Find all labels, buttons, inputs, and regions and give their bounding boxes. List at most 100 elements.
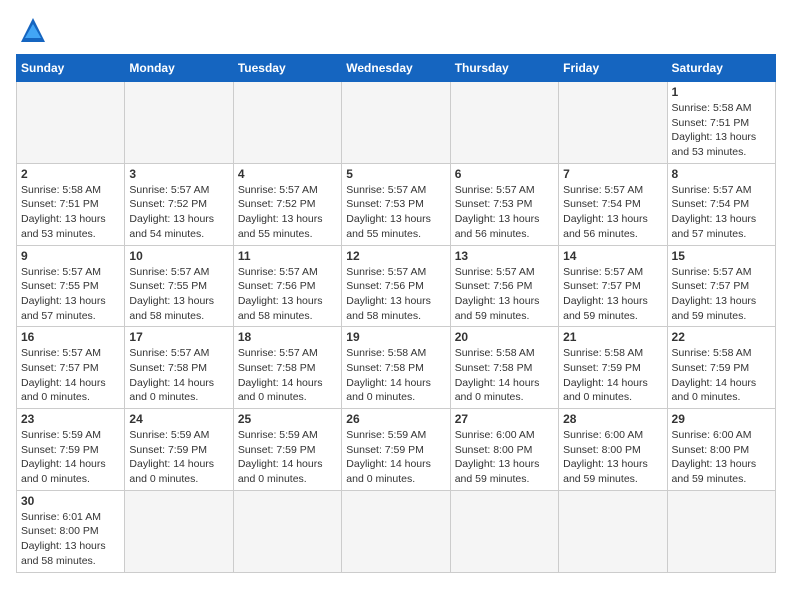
calendar-week-row: 30 Sunrise: 6:01 AM Sunset: 8:00 PM Dayli… bbox=[17, 490, 776, 572]
day-info: Sunrise: 5:57 AM Sunset: 7:54 PM Dayligh… bbox=[563, 183, 662, 242]
calendar-day: 6Sunrise: 5:57 AM Sunset: 7:53 PM Daylig… bbox=[450, 163, 558, 245]
day-info: Sunrise: 6:01 AM Sunset: 8:00 PM Dayligh… bbox=[21, 510, 120, 569]
calendar-header: SundayMondayTuesdayWednesdayThursdayFrid… bbox=[17, 55, 776, 82]
weekday-header: Saturday bbox=[667, 55, 775, 82]
calendar-day: 2 Sunrise: 5:58 AM Sunset: 7:51 PM Daylig… bbox=[17, 163, 125, 245]
calendar-day bbox=[342, 490, 450, 572]
calendar-day bbox=[450, 490, 558, 572]
calendar-day: 27 Sunrise: 6:00 AM Sunset: 8:00 PM Dayli… bbox=[450, 409, 558, 491]
day-info: Sunrise: 5:58 AM Sunset: 7:58 PM Dayligh… bbox=[346, 346, 445, 405]
day-info: Sunrise: 5:57 AM Sunset: 7:52 PM Dayligh… bbox=[129, 183, 228, 242]
weekday-header: Friday bbox=[559, 55, 667, 82]
calendar-day bbox=[125, 490, 233, 572]
calendar-week-row: 23Sunrise: 5:59 AM Sunset: 7:59 PM Dayli… bbox=[17, 409, 776, 491]
calendar-day bbox=[559, 82, 667, 164]
day-number: 16 bbox=[21, 330, 120, 344]
day-info: Sunrise: 5:58 AM Sunset: 7:51 PM Dayligh… bbox=[21, 183, 120, 242]
calendar-day bbox=[17, 82, 125, 164]
day-info: Sunrise: 5:57 AM Sunset: 7:56 PM Dayligh… bbox=[455, 265, 554, 324]
calendar-day: 19 Sunrise: 5:58 AM Sunset: 7:58 PM Dayli… bbox=[342, 327, 450, 409]
day-number: 20 bbox=[455, 330, 554, 344]
weekday-header: Sunday bbox=[17, 55, 125, 82]
calendar-day: 9Sunrise: 5:57 AM Sunset: 7:55 PM Daylig… bbox=[17, 245, 125, 327]
calendar-day: 23Sunrise: 5:59 AM Sunset: 7:59 PM Dayli… bbox=[17, 409, 125, 491]
weekday-header: Thursday bbox=[450, 55, 558, 82]
weekday-header: Tuesday bbox=[233, 55, 341, 82]
day-number: 17 bbox=[129, 330, 228, 344]
day-info: Sunrise: 5:57 AM Sunset: 7:57 PM Dayligh… bbox=[563, 265, 662, 324]
calendar-day bbox=[667, 490, 775, 572]
calendar-day: 5 Sunrise: 5:57 AM Sunset: 7:53 PM Daylig… bbox=[342, 163, 450, 245]
day-info: Sunrise: 5:57 AM Sunset: 7:57 PM Dayligh… bbox=[672, 265, 771, 324]
day-info: Sunrise: 5:57 AM Sunset: 7:53 PM Dayligh… bbox=[346, 183, 445, 242]
day-info: Sunrise: 5:57 AM Sunset: 7:54 PM Dayligh… bbox=[672, 183, 771, 242]
day-number: 19 bbox=[346, 330, 445, 344]
day-number: 21 bbox=[563, 330, 662, 344]
weekday-header: Monday bbox=[125, 55, 233, 82]
calendar-day: 7 Sunrise: 5:57 AM Sunset: 7:54 PM Daylig… bbox=[559, 163, 667, 245]
day-number: 22 bbox=[672, 330, 771, 344]
day-info: Sunrise: 5:57 AM Sunset: 7:58 PM Dayligh… bbox=[129, 346, 228, 405]
day-info: Sunrise: 5:58 AM Sunset: 7:59 PM Dayligh… bbox=[563, 346, 662, 405]
calendar-day: 28Sunrise: 6:00 AM Sunset: 8:00 PM Dayli… bbox=[559, 409, 667, 491]
day-info: Sunrise: 6:00 AM Sunset: 8:00 PM Dayligh… bbox=[563, 428, 662, 487]
day-number: 3 bbox=[129, 167, 228, 181]
calendar-day: 4Sunrise: 5:57 AM Sunset: 7:52 PM Daylig… bbox=[233, 163, 341, 245]
day-number: 7 bbox=[563, 167, 662, 181]
day-number: 25 bbox=[238, 412, 337, 426]
calendar-day: 13Sunrise: 5:57 AM Sunset: 7:56 PM Dayli… bbox=[450, 245, 558, 327]
day-number: 30 bbox=[21, 494, 120, 508]
calendar-week-row: 1 Sunrise: 5:58 AM Sunset: 7:51 PM Daylig… bbox=[17, 82, 776, 164]
day-number: 14 bbox=[563, 249, 662, 263]
calendar-day: 24 Sunrise: 5:59 AM Sunset: 7:59 PM Dayli… bbox=[125, 409, 233, 491]
day-info: Sunrise: 5:58 AM Sunset: 7:59 PM Dayligh… bbox=[672, 346, 771, 405]
day-number: 8 bbox=[672, 167, 771, 181]
calendar-day: 21 Sunrise: 5:58 AM Sunset: 7:59 PM Dayli… bbox=[559, 327, 667, 409]
weekday-row: SundayMondayTuesdayWednesdayThursdayFrid… bbox=[17, 55, 776, 82]
calendar-day bbox=[233, 490, 341, 572]
calendar-day: 3 Sunrise: 5:57 AM Sunset: 7:52 PM Daylig… bbox=[125, 163, 233, 245]
calendar-day bbox=[559, 490, 667, 572]
day-number: 1 bbox=[672, 85, 771, 99]
header bbox=[16, 16, 776, 44]
calendar-day: 30 Sunrise: 6:01 AM Sunset: 8:00 PM Dayli… bbox=[17, 490, 125, 572]
day-info: Sunrise: 5:58 AM Sunset: 7:58 PM Dayligh… bbox=[455, 346, 554, 405]
day-number: 4 bbox=[238, 167, 337, 181]
calendar-day bbox=[233, 82, 341, 164]
day-info: Sunrise: 5:57 AM Sunset: 7:58 PM Dayligh… bbox=[238, 346, 337, 405]
day-info: Sunrise: 5:57 AM Sunset: 7:56 PM Dayligh… bbox=[346, 265, 445, 324]
calendar-body: 1 Sunrise: 5:58 AM Sunset: 7:51 PM Daylig… bbox=[17, 82, 776, 573]
calendar-table: SundayMondayTuesdayWednesdayThursdayFrid… bbox=[16, 54, 776, 573]
day-number: 12 bbox=[346, 249, 445, 263]
calendar-day: 8 Sunrise: 5:57 AM Sunset: 7:54 PM Daylig… bbox=[667, 163, 775, 245]
day-info: Sunrise: 5:57 AM Sunset: 7:53 PM Dayligh… bbox=[455, 183, 554, 242]
day-number: 24 bbox=[129, 412, 228, 426]
day-info: Sunrise: 5:58 AM Sunset: 7:51 PM Dayligh… bbox=[672, 101, 771, 160]
day-info: Sunrise: 5:59 AM Sunset: 7:59 PM Dayligh… bbox=[346, 428, 445, 487]
calendar-day bbox=[125, 82, 233, 164]
day-info: Sunrise: 5:59 AM Sunset: 7:59 PM Dayligh… bbox=[129, 428, 228, 487]
day-number: 29 bbox=[672, 412, 771, 426]
day-number: 27 bbox=[455, 412, 554, 426]
day-number: 26 bbox=[346, 412, 445, 426]
logo bbox=[16, 16, 47, 44]
day-info: Sunrise: 5:57 AM Sunset: 7:56 PM Dayligh… bbox=[238, 265, 337, 324]
day-info: Sunrise: 5:57 AM Sunset: 7:55 PM Dayligh… bbox=[129, 265, 228, 324]
day-info: Sunrise: 5:57 AM Sunset: 7:57 PM Dayligh… bbox=[21, 346, 120, 405]
calendar-day: 26 Sunrise: 5:59 AM Sunset: 7:59 PM Dayli… bbox=[342, 409, 450, 491]
calendar-week-row: 9Sunrise: 5:57 AM Sunset: 7:55 PM Daylig… bbox=[17, 245, 776, 327]
day-info: Sunrise: 6:00 AM Sunset: 8:00 PM Dayligh… bbox=[455, 428, 554, 487]
day-info: Sunrise: 6:00 AM Sunset: 8:00 PM Dayligh… bbox=[672, 428, 771, 487]
calendar-day: 1 Sunrise: 5:58 AM Sunset: 7:51 PM Daylig… bbox=[667, 82, 775, 164]
calendar-day: 10Sunrise: 5:57 AM Sunset: 7:55 PM Dayli… bbox=[125, 245, 233, 327]
day-info: Sunrise: 5:59 AM Sunset: 7:59 PM Dayligh… bbox=[238, 428, 337, 487]
day-info: Sunrise: 5:59 AM Sunset: 7:59 PM Dayligh… bbox=[21, 428, 120, 487]
day-number: 2 bbox=[21, 167, 120, 181]
day-number: 5 bbox=[346, 167, 445, 181]
calendar-day: 12 Sunrise: 5:57 AM Sunset: 7:56 PM Dayli… bbox=[342, 245, 450, 327]
calendar-day: 16 Sunrise: 5:57 AM Sunset: 7:57 PM Dayli… bbox=[17, 327, 125, 409]
calendar-day bbox=[342, 82, 450, 164]
calendar-day: 18Sunrise: 5:57 AM Sunset: 7:58 PM Dayli… bbox=[233, 327, 341, 409]
calendar-day: 11Sunrise: 5:57 AM Sunset: 7:56 PM Dayli… bbox=[233, 245, 341, 327]
calendar-week-row: 16 Sunrise: 5:57 AM Sunset: 7:57 PM Dayli… bbox=[17, 327, 776, 409]
